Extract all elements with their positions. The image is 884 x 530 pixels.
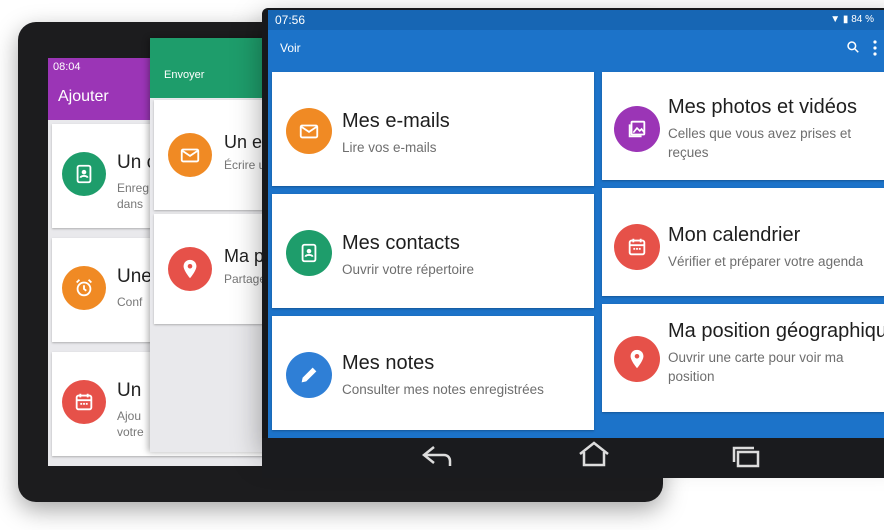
home-icon[interactable] bbox=[576, 440, 612, 473]
card-title: Un bbox=[117, 380, 142, 401]
card-contacts[interactable]: Mes contacts Ouvrir votre répertoire bbox=[272, 194, 594, 308]
card-emails[interactable]: Mes e-mails Lire vos e-mails bbox=[272, 72, 594, 186]
recents-icon[interactable] bbox=[730, 444, 764, 475]
status-time: 08:04 bbox=[53, 61, 81, 73]
photo-icon bbox=[614, 106, 660, 152]
wifi-icon: ▼ bbox=[830, 14, 841, 25]
pencil-icon bbox=[286, 352, 332, 398]
card-title: Ma position géographique bbox=[668, 320, 884, 342]
status-time: 07:56 bbox=[275, 13, 306, 27]
calendar-icon bbox=[62, 380, 106, 424]
calendar-icon bbox=[614, 224, 660, 270]
search-icon[interactable] bbox=[846, 40, 860, 59]
email-icon bbox=[168, 133, 212, 177]
more-icon[interactable] bbox=[872, 40, 878, 61]
page-title: Ajouter bbox=[58, 88, 109, 105]
card-title: Une bbox=[117, 266, 152, 287]
card-title: Mes photos et vidéos bbox=[668, 96, 857, 118]
card-title: Mes contacts bbox=[342, 232, 460, 254]
card-subtitle: Lire vos e-mails bbox=[342, 140, 437, 155]
email-icon bbox=[286, 108, 332, 154]
card-subtitle: Celles que vous avez prises et reçues bbox=[668, 126, 852, 160]
card-subtitle: Ouvrir une carte pour voir ma position bbox=[668, 350, 844, 384]
battery-icon: ▮ bbox=[842, 14, 849, 25]
card-subtitle: Vérifier et préparer votre agenda bbox=[668, 254, 864, 269]
page-title: Envoyer bbox=[164, 69, 205, 81]
card-calendar[interactable]: Mon calendrier Vérifier et préparer votr… bbox=[602, 188, 884, 296]
card-location[interactable]: Ma position géographique Ouvrir une cart… bbox=[602, 304, 884, 412]
card-subtitle: Écrire u bbox=[224, 158, 266, 172]
page-title: Voir bbox=[280, 41, 301, 55]
location-icon bbox=[614, 336, 660, 382]
card-title: Mes e-mails bbox=[342, 110, 450, 132]
navigation-bar bbox=[262, 438, 884, 478]
location-icon bbox=[168, 247, 212, 291]
front-tablet-screen: 07:56 ▼ ▮ 84 % Voir Mes e-mails Lire vos… bbox=[268, 10, 884, 440]
back-icon[interactable] bbox=[420, 444, 454, 475]
card-notes[interactable]: Mes notes Consulter mes notes enregistré… bbox=[272, 316, 594, 430]
battery-level: 84 % bbox=[851, 14, 874, 25]
status-bar bbox=[268, 10, 884, 30]
alarm-icon bbox=[62, 266, 106, 310]
mid-tablet-screen: Envoyer Un e- Écrire u Ma po Partage bbox=[150, 38, 280, 452]
card-subtitle: Partage bbox=[224, 272, 267, 286]
app-bar bbox=[150, 38, 280, 98]
card-subtitle: Consulter mes notes enregistrées bbox=[342, 382, 544, 397]
contact-icon bbox=[62, 152, 106, 196]
contact-icon bbox=[286, 230, 332, 276]
card-title: Mon calendrier bbox=[668, 224, 801, 246]
card-subtitle: Ouvrir votre répertoire bbox=[342, 262, 475, 277]
card-photos[interactable]: Mes photos et vidéos Celles que vous ave… bbox=[602, 72, 884, 180]
battery-indicator: ▼ ▮ 84 % bbox=[830, 14, 874, 25]
card-title: Mes notes bbox=[342, 352, 435, 374]
